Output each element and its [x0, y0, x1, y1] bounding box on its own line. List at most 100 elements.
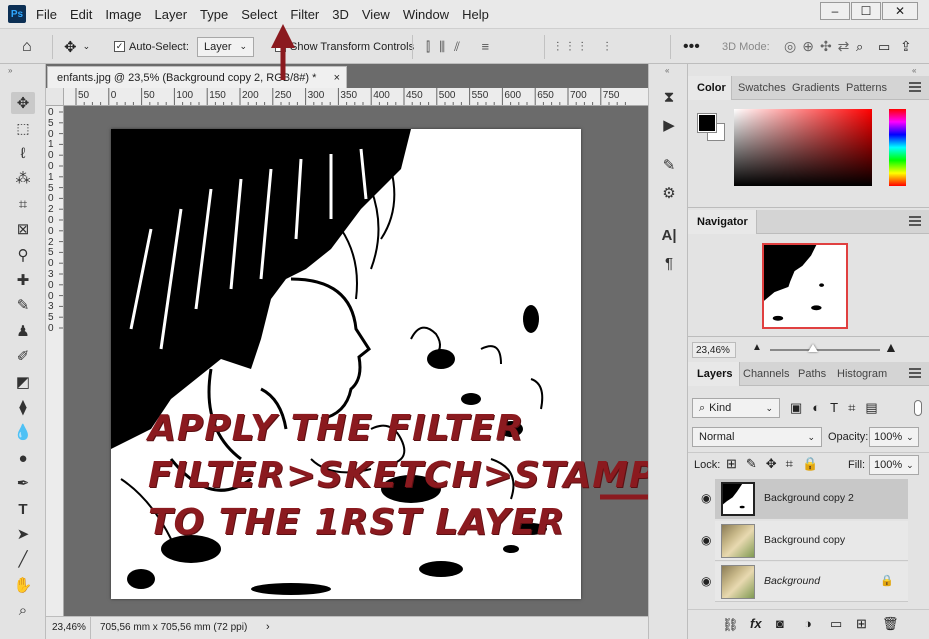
layer-filter-icons[interactable]: ▣◐T⌗▤: [790, 400, 888, 416]
navigator-zoom-slider[interactable]: [770, 349, 880, 351]
align-icons[interactable]: ⫿⫼⫽ ≡: [426, 29, 498, 64]
visibility-eye-icon[interactable]: ◉: [701, 533, 711, 547]
panel-menu-icon[interactable]: [909, 368, 921, 378]
menu-filter[interactable]: Filter: [290, 7, 319, 22]
navigator-slider-handle[interactable]: [808, 344, 818, 352]
minimize-button[interactable]: –: [820, 2, 850, 20]
frame-tool-icon[interactable]: ⊠: [11, 218, 35, 240]
menu-view[interactable]: View: [362, 7, 390, 22]
zoom-level[interactable]: 23,46%: [52, 622, 86, 633]
menu-help[interactable]: Help: [462, 7, 489, 22]
document-tab[interactable]: enfants.jpg @ 23,5% (Background copy 2, …: [47, 66, 347, 88]
brush-settings-icon[interactable]: ✎: [657, 154, 681, 176]
character-icon[interactable]: A|: [657, 224, 681, 246]
menu-image[interactable]: Image: [105, 7, 141, 22]
tab-gradients[interactable]: Gradients: [788, 76, 844, 100]
opacity-input[interactable]: 100% ⌄: [869, 427, 919, 447]
history-icon[interactable]: ⧗: [657, 86, 681, 108]
path-selection-icon[interactable]: ➤: [11, 523, 35, 545]
menu-layer[interactable]: Layer: [155, 7, 188, 22]
visibility-eye-icon[interactable]: ◉: [701, 491, 711, 505]
move-tool-icon[interactable]: ✥: [11, 92, 35, 114]
chevron-right-icon[interactable]: ›: [266, 621, 270, 633]
color-picker-field[interactable]: [734, 109, 872, 186]
fx-icon[interactable]: fx: [750, 616, 762, 631]
tab-color[interactable]: Color: [688, 76, 732, 100]
new-layer-icon[interactable]: ⊞: [856, 616, 867, 632]
tab-patterns[interactable]: Patterns: [842, 76, 891, 100]
auto-select-checkbox[interactable]: ✓: [114, 41, 125, 52]
group-icon[interactable]: ▭: [830, 616, 842, 632]
line-tool-icon[interactable]: ╱: [11, 548, 35, 570]
hue-slider[interactable]: [889, 109, 906, 186]
link-icon[interactable]: ⛓: [722, 617, 739, 633]
paint-bucket-icon[interactable]: ⧫: [11, 396, 35, 418]
history-brush-icon[interactable]: ✐: [11, 345, 35, 367]
distribute-icons[interactable]: ⫶⫶⫶ ⫶: [556, 29, 618, 64]
adjustment-icon[interactable]: ◑: [804, 616, 812, 631]
panel-menu-icon[interactable]: [909, 216, 921, 226]
adjustments-icon[interactable]: ⚙: [657, 182, 681, 204]
type-tool-icon[interactable]: T: [11, 498, 35, 520]
pen-tool-icon[interactable]: ✒: [11, 472, 35, 494]
clone-stamp-icon[interactable]: ♟: [11, 320, 35, 342]
auto-select-dropdown[interactable]: Layer ⌄: [197, 36, 255, 57]
more-options-icon[interactable]: •••: [683, 29, 700, 64]
layer-row-background-copy-2[interactable]: ◉ Background copy 2: [701, 479, 908, 519]
layer-filter-dropdown[interactable]: ⌕ Kind ⌄: [692, 398, 780, 418]
3d-mode-icons[interactable]: ◎⊕✣⇄: [784, 29, 855, 64]
home-icon[interactable]: ⌂: [22, 29, 32, 64]
menu-edit[interactable]: Edit: [70, 7, 92, 22]
tab-channels[interactable]: Channels: [739, 362, 793, 386]
collapse-icon[interactable]: «: [912, 66, 916, 75]
actions-play-icon[interactable]: ▶: [657, 114, 681, 136]
filter-toggle[interactable]: [914, 400, 922, 416]
menu-file[interactable]: File: [36, 7, 57, 22]
trash-icon[interactable]: 🗑: [882, 616, 899, 632]
move-tool-icon[interactable]: ✥ ⌄: [64, 29, 90, 64]
collapse-icon[interactable]: «: [665, 66, 669, 75]
paragraph-icon[interactable]: ¶: [657, 252, 681, 274]
panel-menu-icon[interactable]: [909, 82, 921, 92]
zoom-out-icon[interactable]: ▲: [752, 342, 762, 353]
dodge-tool-icon[interactable]: ●: [11, 447, 35, 469]
navigator-preview[interactable]: [762, 243, 848, 329]
close-window-button[interactable]: ✕: [882, 2, 918, 20]
search-icon[interactable]: ⌕: [856, 29, 863, 64]
menu-select[interactable]: Select: [241, 7, 277, 22]
marquee-tool-icon[interactable]: ⬚: [11, 117, 35, 139]
zoom-in-icon[interactable]: ▲: [884, 339, 898, 355]
tab-histogram[interactable]: Histogram: [833, 362, 891, 386]
visibility-eye-icon[interactable]: ◉: [701, 574, 711, 588]
zoom-tool-icon[interactable]: ⌕: [11, 599, 35, 621]
blur-tool-icon[interactable]: 💧: [11, 421, 35, 443]
show-transform-checkbox[interactable]: [275, 41, 286, 52]
menu-3d[interactable]: 3D: [332, 7, 349, 22]
magic-wand-tool-icon[interactable]: ⁂: [11, 167, 35, 189]
collapse-icon[interactable]: »: [8, 66, 12, 75]
share-icon[interactable]: ⇪: [900, 29, 912, 64]
fill-input[interactable]: 100% ⌄: [869, 455, 919, 475]
lock-icons[interactable]: ⊞✎✥⌗🔒: [726, 456, 827, 472]
tab-paths[interactable]: Paths: [794, 362, 830, 386]
eraser-tool-icon[interactable]: ◩: [11, 371, 35, 393]
blend-mode-dropdown[interactable]: Normal ⌄: [692, 427, 822, 447]
hand-tool-icon[interactable]: ✋: [11, 574, 35, 596]
mask-icon[interactable]: ◙: [776, 616, 784, 631]
brush-tool-icon[interactable]: ✎: [11, 294, 35, 316]
workspace-icon[interactable]: ▭: [878, 29, 890, 64]
lasso-tool-icon[interactable]: ℓ: [11, 142, 35, 164]
menu-window[interactable]: Window: [403, 7, 449, 22]
tab-layers[interactable]: Layers: [688, 362, 741, 386]
layer-row-background-copy[interactable]: ◉ Background copy: [701, 521, 908, 561]
foreground-color-swatch[interactable]: [697, 113, 717, 133]
menu-type[interactable]: Type: [200, 7, 228, 22]
layer-row-background[interactable]: ◉ Background 🔒: [701, 562, 908, 602]
crop-tool-icon[interactable]: ⌗: [11, 193, 35, 215]
healing-brush-icon[interactable]: ✚: [11, 269, 35, 291]
maximize-button[interactable]: ☐: [851, 2, 881, 20]
navigator-zoom-input[interactable]: 23,46%: [692, 342, 736, 358]
tab-navigator[interactable]: Navigator: [688, 210, 757, 234]
tab-swatches[interactable]: Swatches: [734, 76, 790, 100]
close-tab-icon[interactable]: ×: [334, 72, 340, 84]
